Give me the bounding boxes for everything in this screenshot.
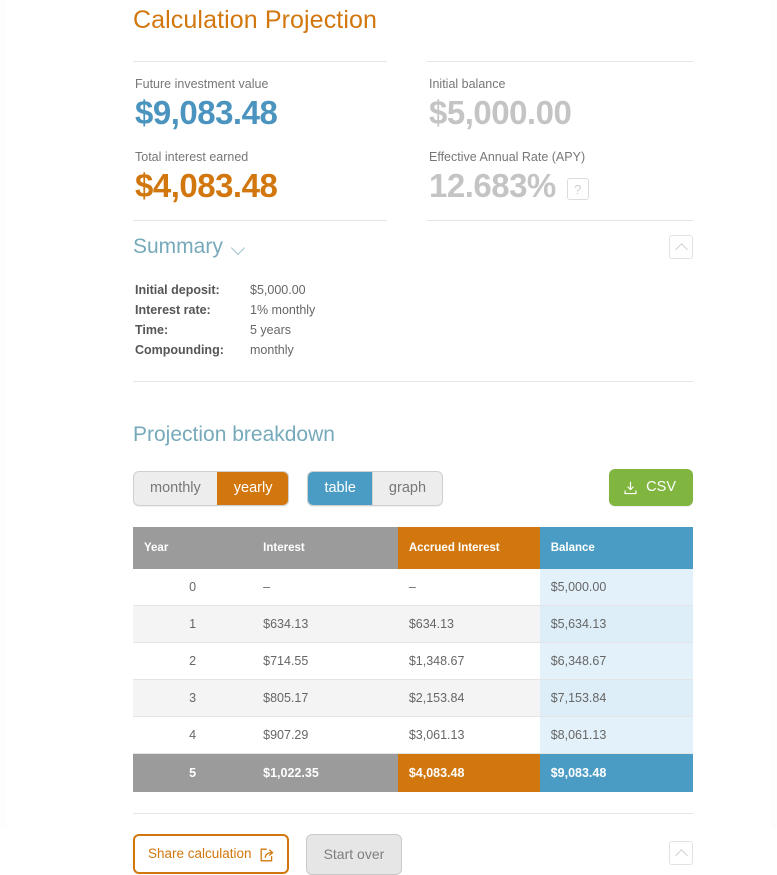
period-toggle-yearly[interactable]: yearly <box>216 472 289 505</box>
cell-accrued: $634.13 <box>397 605 540 643</box>
table-row: 2 $714.55 $1,348.67 $6,348.67 <box>133 642 693 680</box>
share-calculation-button[interactable]: Share calculation <box>133 834 289 874</box>
summary-key: Initial deposit: <box>135 283 220 297</box>
result-value: $5,000.00 <box>429 94 572 131</box>
table-header-row: Year Interest Accrued Interest Balance <box>133 527 693 569</box>
result-value: 12.683% <box>429 167 556 204</box>
column-header-accrued-interest: Accrued Interest <box>397 527 540 569</box>
projection-breakdown-table: Year Interest Accrued Interest Balance 0… <box>133 527 693 792</box>
footer-actions: Share calculation Start over <box>133 833 693 875</box>
collapse-breakdown-button[interactable] <box>669 841 693 865</box>
summary-key: Interest rate: <box>135 303 211 317</box>
cell-accrued: $2,153.84 <box>397 679 540 717</box>
result-total-interest-earned: Total interest earned $4,083.48 <box>133 133 387 220</box>
summary-row: Compounding: monthly <box>133 342 315 362</box>
view-toggle-table[interactable]: table <box>308 472 372 505</box>
cell-balance: $5,000.00 <box>539 569 693 606</box>
summary-row: Initial deposit: $5,000.00 <box>133 282 315 302</box>
period-toggle-monthly[interactable]: monthly <box>134 472 217 505</box>
cell-interest: $714.55 <box>252 642 398 680</box>
summary-key: Compounding: <box>135 343 224 357</box>
results-column-right: Initial balance $5,000.00 Effective Annu… <box>413 61 693 221</box>
summary-heading-label: Summary <box>133 235 223 258</box>
download-icon <box>623 481 638 496</box>
results-column-left: Future investment value $9,083.48 Total … <box>133 61 413 221</box>
view-toggle-graph[interactable]: graph <box>371 472 443 505</box>
cell-year: 5 <box>133 753 253 792</box>
cell-interest: $1,022.35 <box>252 753 398 792</box>
cell-accrued: $4,083.48 <box>397 753 540 792</box>
table-row: 0 – – $5,000.00 <box>133 569 693 606</box>
cell-balance: $5,634.13 <box>539 605 693 643</box>
content-container: Calculation Projection Future investment… <box>133 0 693 875</box>
summary-toggle[interactable]: Summary <box>133 235 245 259</box>
summary-row: Interest rate: 1% monthly <box>133 302 315 322</box>
help-icon[interactable]: ? <box>566 178 589 200</box>
cell-year: 2 <box>133 642 253 680</box>
cell-year: 4 <box>133 716 253 754</box>
cell-year: 3 <box>133 679 253 717</box>
summary-header: Summary <box>133 235 693 259</box>
column-header-year: Year <box>133 527 253 569</box>
page-title: Calculation Projection <box>133 6 377 34</box>
apy-value-row: 12.683% ? <box>429 166 693 206</box>
projection-breakdown-heading: Projection breakdown <box>133 423 335 446</box>
result-value: $4,083.48 <box>135 167 278 204</box>
column-header-interest: Interest <box>252 527 398 569</box>
result-label: Total interest earned <box>135 150 249 164</box>
table-row-total: 5 $1,022.35 $4,083.48 $9,083.48 <box>133 753 693 792</box>
period-toggle-group: monthly yearly <box>133 471 290 506</box>
cell-balance: $6,348.67 <box>539 642 693 680</box>
cell-year: 1 <box>133 605 253 643</box>
start-over-button[interactable]: Start over <box>305 833 403 875</box>
chevron-down-icon <box>232 242 245 255</box>
result-label: Future investment value <box>135 77 269 91</box>
column-header-balance: Balance <box>539 527 693 569</box>
csv-download-button[interactable]: CSV <box>609 469 693 506</box>
cell-interest: $634.13 <box>252 605 398 643</box>
summary-section: Summary Initial deposit: $5,000.00 Inter… <box>133 235 693 382</box>
cell-accrued: $1,348.67 <box>397 642 540 680</box>
result-label: Initial balance <box>429 77 506 91</box>
page-gutter-right <box>771 0 777 828</box>
cell-interest: – <box>252 569 398 606</box>
summary-value: 1% monthly <box>250 303 316 317</box>
result-initial-balance: Initial balance $5,000.00 <box>427 62 693 133</box>
cell-balance: $8,061.13 <box>539 716 693 754</box>
cell-accrued: – <box>397 569 540 606</box>
cell-balance: $7,153.84 <box>539 679 693 717</box>
summary-value: $5,000.00 <box>250 283 306 297</box>
calculation-projection-page: Calculation Projection Future investment… <box>0 0 777 875</box>
collapse-summary-button[interactable] <box>669 235 693 259</box>
share-button-label: Share calculation <box>148 846 252 861</box>
divider-above-footer <box>133 813 693 814</box>
page-gutter-left <box>0 0 6 828</box>
summary-row: Time: 5 years <box>133 322 315 342</box>
summary-key: Time: <box>135 323 169 337</box>
cell-accrued: $3,061.13 <box>397 716 540 754</box>
divider-right-bottom <box>427 220 693 221</box>
projection-breakdown-section: Projection breakdown monthly yearly tabl… <box>133 396 693 875</box>
divider-left-bottom <box>133 220 387 221</box>
result-future-investment-value: Future investment value $9,083.48 <box>133 62 387 133</box>
table-row: 4 $907.29 $3,061.13 $8,061.13 <box>133 716 693 754</box>
share-icon <box>259 847 275 863</box>
cell-interest: $907.29 <box>252 716 398 754</box>
cell-year: 0 <box>133 569 253 606</box>
results-panel: Future investment value $9,083.48 Total … <box>133 61 693 221</box>
cell-interest: $805.17 <box>252 679 398 717</box>
breakdown-controls: monthly yearly table graph CSV <box>133 469 693 506</box>
table-row: 3 $805.17 $2,153.84 $7,153.84 <box>133 679 693 717</box>
divider-below-summary <box>133 381 693 382</box>
table-row: 1 $634.13 $634.13 $5,634.13 <box>133 605 693 643</box>
summary-table: Initial deposit: $5,000.00 Interest rate… <box>133 282 315 362</box>
summary-value: 5 years <box>250 323 291 337</box>
view-toggle-group: table graph <box>307 471 444 506</box>
result-effective-annual-rate: Effective Annual Rate (APY) 12.683% ? <box>427 133 693 220</box>
summary-value: monthly <box>250 343 294 357</box>
csv-label: CSV <box>646 479 676 495</box>
result-value: $9,083.48 <box>135 94 278 131</box>
result-label: Effective Annual Rate (APY) <box>429 150 586 164</box>
cell-balance: $9,083.48 <box>539 753 693 792</box>
